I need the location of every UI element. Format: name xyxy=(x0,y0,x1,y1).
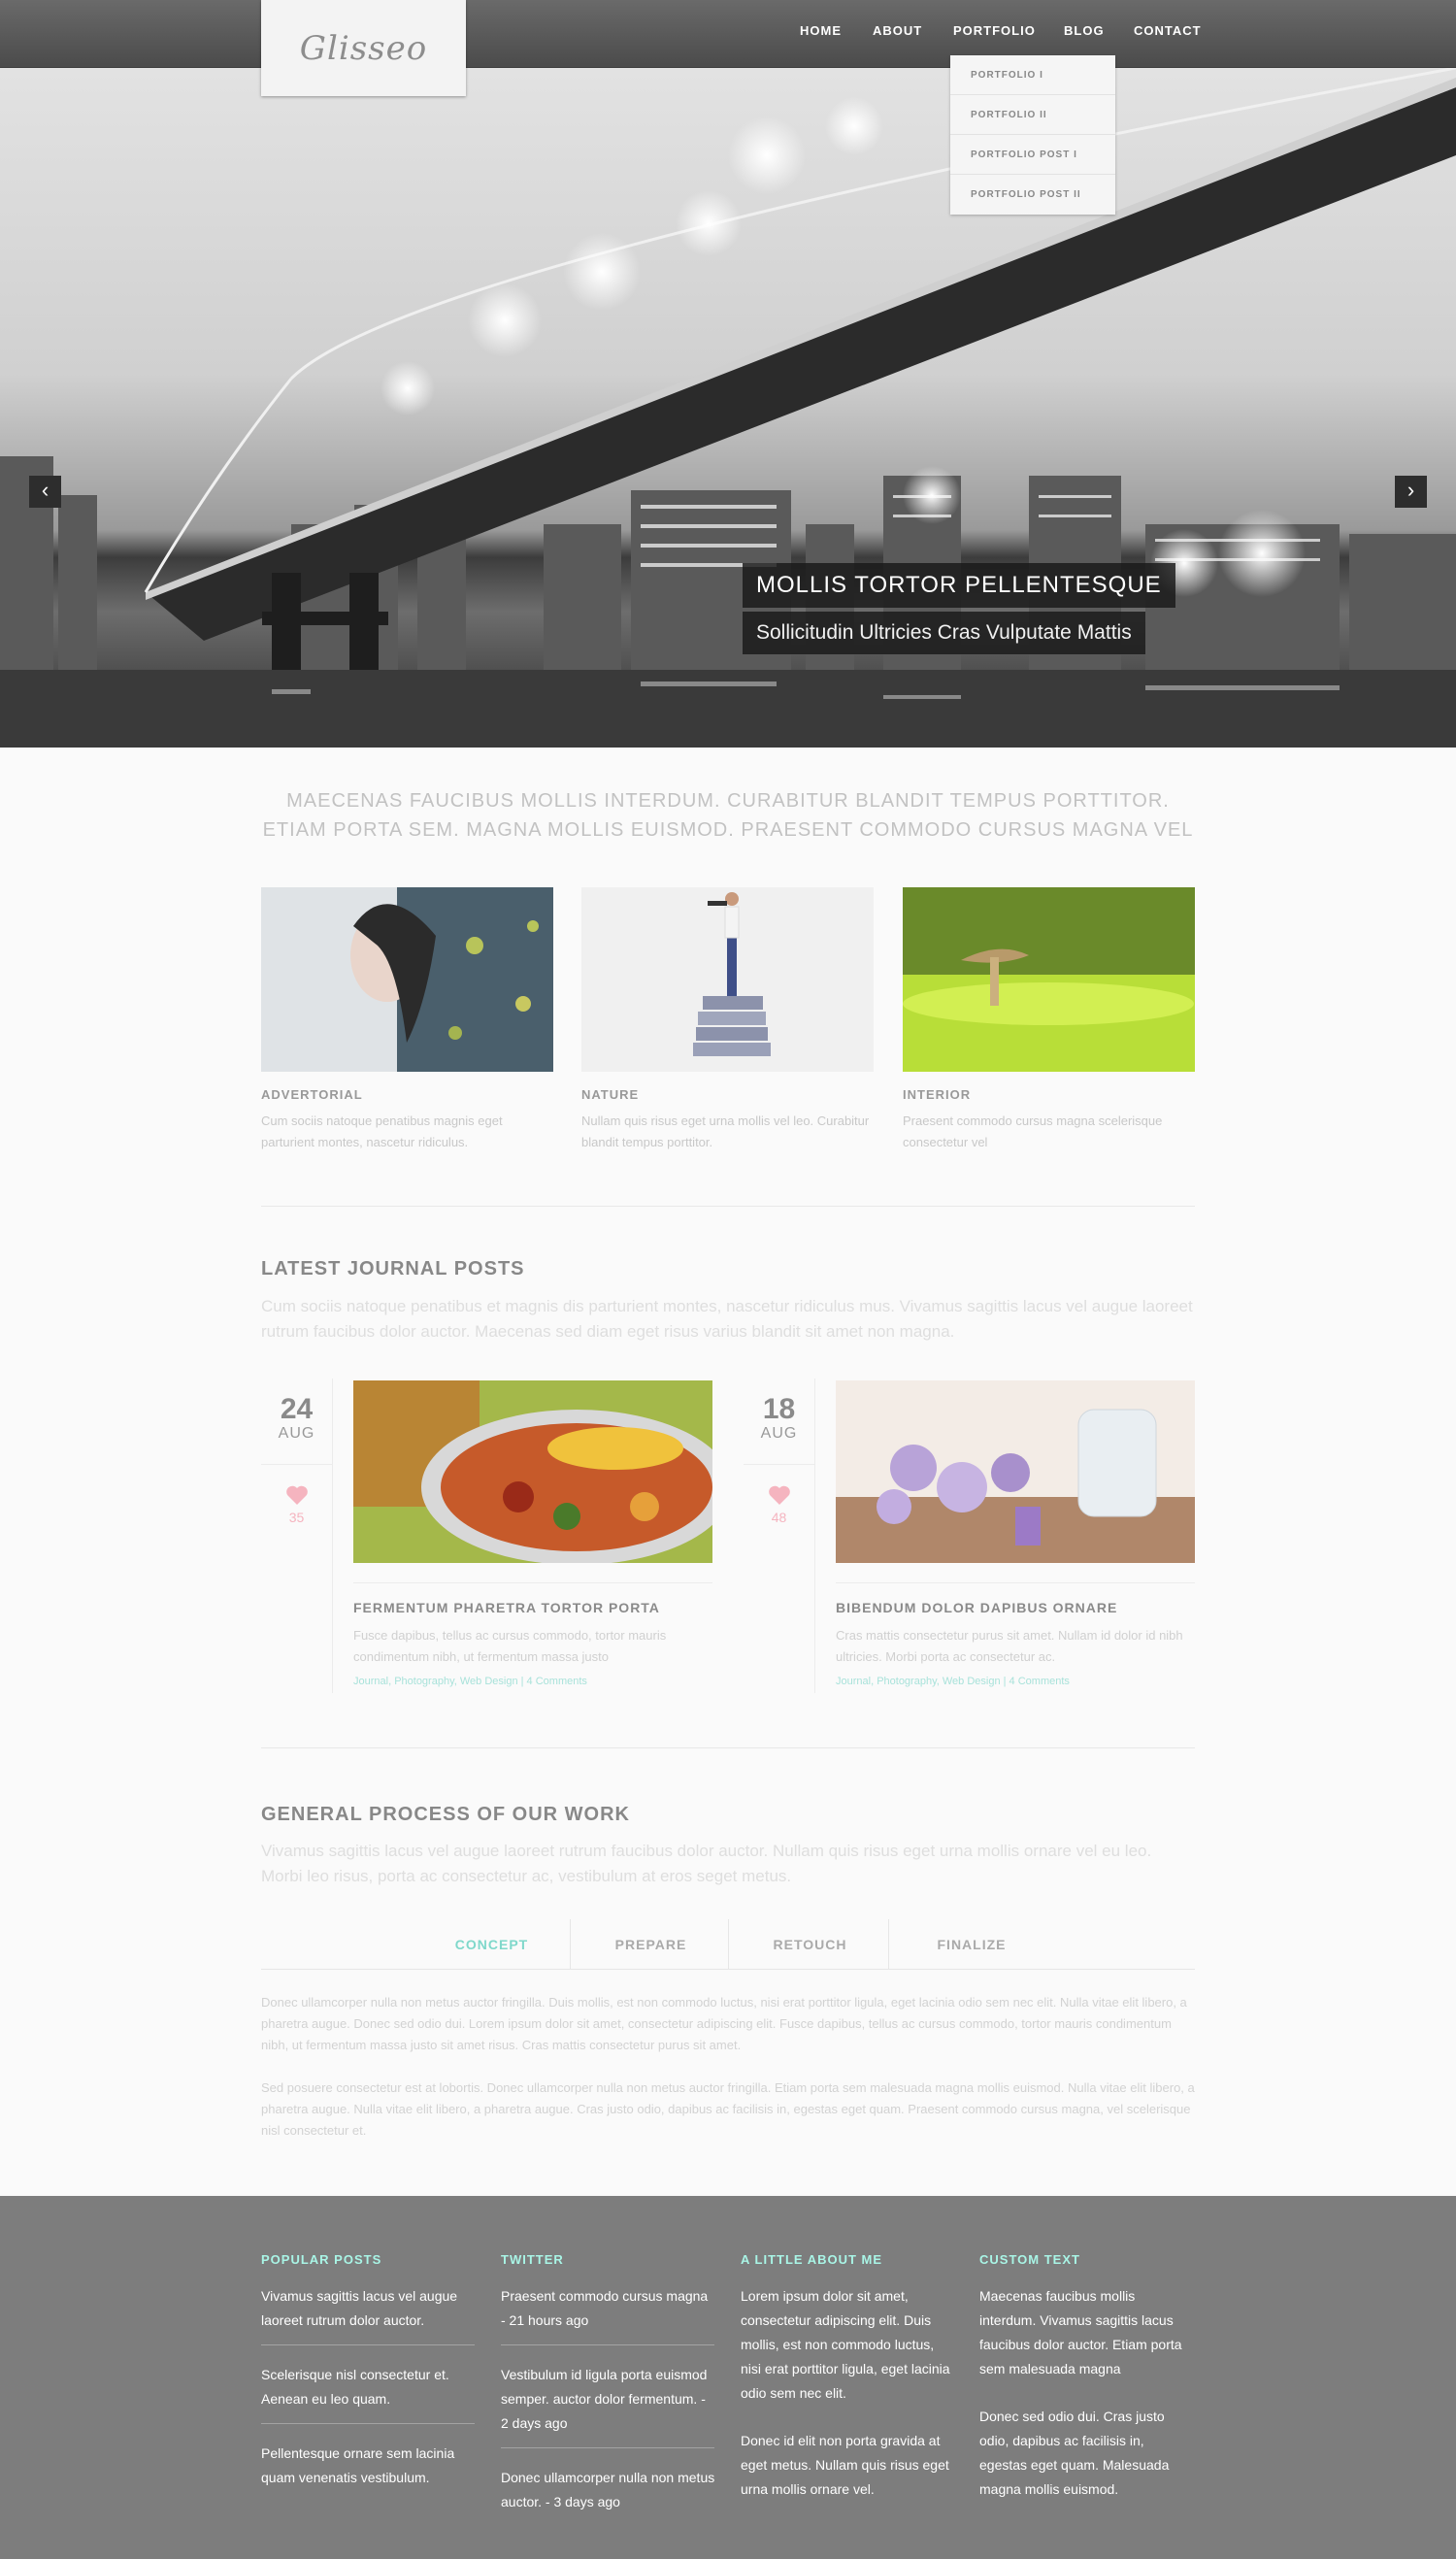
feature-title: NATURE xyxy=(581,1087,640,1102)
tab-content-paragraph: Sed posuere consectetur est at lobortis.… xyxy=(261,2080,1195,2138)
footer-heading: A LITTLE ABOUT ME xyxy=(741,2252,883,2267)
tab-divider xyxy=(728,1919,729,1970)
post-title[interactable]: BIBENDUM DOLOR DAPIBUS ORNARE xyxy=(836,1600,1117,1615)
post-date: 18 AUG 48 xyxy=(744,1379,815,1693)
journal-post[interactable]: 24 AUG 35 FERMENTUM PHARETRA TORTOR PORT… xyxy=(261,1379,712,1693)
dropdown-item-portfolio-1[interactable]: PORTFOLIO I xyxy=(950,55,1115,95)
process-section-title: GENERAL PROCESS OF OUR WORK xyxy=(261,1804,630,1825)
section-divider xyxy=(261,1747,1195,1748)
hero-slider: ‹ › xyxy=(0,68,1456,748)
feature-image xyxy=(261,887,553,1072)
slider-prev-button[interactable]: ‹ xyxy=(29,476,61,508)
feature-image xyxy=(903,887,1195,1072)
feature-text: Nullam quis risus eget urna mollis vel l… xyxy=(581,1113,870,1149)
nav-portfolio[interactable]: PORTFOLIO xyxy=(953,23,1036,47)
footer-divider xyxy=(261,2423,475,2424)
footer: POPULAR POSTS Vivamus sagittis lacus vel… xyxy=(0,2196,1456,2559)
slider-next-button[interactable]: › xyxy=(1395,476,1427,508)
footer-divider xyxy=(501,2344,714,2345)
portfolio-dropdown: PORTFOLIO I PORTFOLIO II PORTFOLIO POST … xyxy=(950,55,1115,215)
footer-divider xyxy=(261,2344,475,2345)
post-meta[interactable]: Journal, Photography, Web Design | 4 Com… xyxy=(353,1676,587,1687)
nav-home[interactable]: HOME xyxy=(800,23,842,47)
feature-text: Praesent commodo cursus magna scelerisqu… xyxy=(903,1113,1163,1149)
tab-retouch[interactable]: RETOUCH xyxy=(730,1919,890,1970)
like-count: 35 xyxy=(288,1510,305,1525)
footer-twitter: TWITTER Praesent commodo cursus magna - … xyxy=(501,2252,715,2514)
logo[interactable]: Glisseo xyxy=(261,0,466,96)
footer-link[interactable]: Vivamus sagittis lacus vel augue laoreet… xyxy=(261,2284,476,2333)
post-title[interactable]: FERMENTUM PHARETRA TORTOR PORTA xyxy=(353,1600,660,1615)
post-month: AUG xyxy=(278,1425,315,1442)
tab-prepare[interactable]: PREPARE xyxy=(572,1919,730,1970)
footer-heading: TWITTER xyxy=(501,2252,564,2267)
journal-section-desc: Cum sociis natoque penatibus et magnis d… xyxy=(261,1297,1193,1341)
footer-heading: CUSTOM TEXT xyxy=(979,2252,1080,2267)
heart-icon[interactable] xyxy=(285,1484,309,1506)
footer-about: A LITTLE ABOUT ME Lorem ipsum dolor sit … xyxy=(741,2252,955,2502)
chevron-left-icon: ‹ xyxy=(41,478,50,502)
like-count: 48 xyxy=(771,1510,787,1525)
tab-content-paragraph: Donec ullamcorper nulla non metus auctor… xyxy=(261,1995,1187,2052)
chevron-right-icon: › xyxy=(1406,478,1415,502)
heart-icon[interactable] xyxy=(768,1484,791,1506)
dropdown-item-portfolio-2[interactable]: PORTFOLIO II xyxy=(950,95,1115,135)
footer-paragraph: Lorem ipsum dolor sit amet, consectetur … xyxy=(741,2288,950,2401)
post-meta[interactable]: Journal, Photography, Web Design | 4 Com… xyxy=(836,1676,1070,1687)
post-excerpt: Cras mattis consectetur purus sit amet. … xyxy=(836,1628,1183,1664)
footer-link[interactable]: Scelerisque nisl consectetur et. Aenean … xyxy=(261,2363,476,2411)
dropdown-item-portfolio-post-2[interactable]: PORTFOLIO POST II xyxy=(950,175,1115,215)
journal-post[interactable]: 18 AUG 48 BIBENDUM DOLOR DAPIBUS ORNARE … xyxy=(744,1379,1195,1693)
process-tabs: CONCEPT PREPARE RETOUCH FINALIZE xyxy=(261,1919,1195,1970)
logo-text: Glisseo xyxy=(299,28,428,68)
tweet[interactable]: Vestibulum id ligula porta euismod sempe… xyxy=(501,2363,715,2436)
post-image[interactable] xyxy=(353,1380,712,1563)
post-day: 24 xyxy=(280,1393,314,1425)
feature-card[interactable]: INTERIOR Praesent commodo cursus magna s… xyxy=(903,887,1195,1153)
post-image[interactable] xyxy=(836,1380,1195,1563)
feature-text: Cum sociis natoque penatibus magnis eget… xyxy=(261,1113,503,1149)
process-section-desc: Vivamus sagittis lacus vel augue laoreet… xyxy=(261,1842,1152,1885)
post-divider xyxy=(836,1582,1195,1583)
date-divider xyxy=(744,1464,814,1465)
dropdown-item-portfolio-post-1[interactable]: PORTFOLIO POST I xyxy=(950,135,1115,175)
tab-concept[interactable]: CONCEPT xyxy=(412,1919,572,1970)
post-date: 24 AUG 35 xyxy=(261,1379,333,1693)
tweet[interactable]: Donec ullamcorper nulla non metus auctor… xyxy=(501,2466,715,2514)
tweet[interactable]: Praesent commodo cursus magna - 21 hours… xyxy=(501,2284,715,2333)
top-navbar xyxy=(0,0,1456,68)
footer-heading: POPULAR POSTS xyxy=(261,2252,382,2267)
post-divider xyxy=(353,1582,712,1583)
feature-title: ADVERTORIAL xyxy=(261,1087,363,1102)
footer-custom-text: CUSTOM TEXT Maecenas faucibus mollis int… xyxy=(979,2252,1194,2502)
section-divider xyxy=(261,1206,1195,1207)
footer-paragraph: Maecenas faucibus mollis interdum. Vivam… xyxy=(979,2288,1182,2376)
post-excerpt: Fusce dapibus, tellus ac cursus commodo,… xyxy=(353,1628,667,1664)
nav-blog[interactable]: BLOG xyxy=(1064,23,1105,47)
hero-caption-title: MOLLIS TORTOR PELLENTESQUE xyxy=(743,563,1175,608)
journal-section-title: LATEST JOURNAL POSTS xyxy=(261,1258,525,1280)
tab-finalize[interactable]: FINALIZE xyxy=(890,1919,1053,1970)
feature-card[interactable]: NATURE Nullam quis risus eget urna molli… xyxy=(581,887,874,1153)
footer-link[interactable]: Pellentesque ornare sem lacinia quam ven… xyxy=(261,2442,476,2490)
feature-card[interactable]: ADVERTORIAL Cum sociis natoque penatibus… xyxy=(261,887,553,1153)
feature-image xyxy=(581,887,874,1072)
tab-divider xyxy=(888,1919,889,1970)
date-divider xyxy=(261,1464,332,1465)
footer-divider xyxy=(501,2447,714,2448)
post-day: 18 xyxy=(762,1393,796,1425)
hero-bridge-image xyxy=(0,68,1456,748)
hero-caption-subtitle: Sollicitudin Ultricies Cras Vulputate Ma… xyxy=(743,612,1145,654)
intro-text: MAECENAS FAUCIBUS MOLLIS INTERDUM. CURAB… xyxy=(262,790,1194,841)
tab-divider xyxy=(570,1919,571,1970)
nav-contact[interactable]: CONTACT xyxy=(1134,23,1202,47)
post-month: AUG xyxy=(760,1425,798,1442)
footer-paragraph: Donec sed odio dui. Cras justo odio, dap… xyxy=(979,2409,1170,2497)
footer-paragraph: Donec id elit non porta gravida at eget … xyxy=(741,2433,949,2497)
footer-popular-posts: POPULAR POSTS Vivamus sagittis lacus vel… xyxy=(261,2252,476,2490)
nav-about[interactable]: ABOUT xyxy=(873,23,922,47)
feature-title: INTERIOR xyxy=(903,1087,972,1102)
